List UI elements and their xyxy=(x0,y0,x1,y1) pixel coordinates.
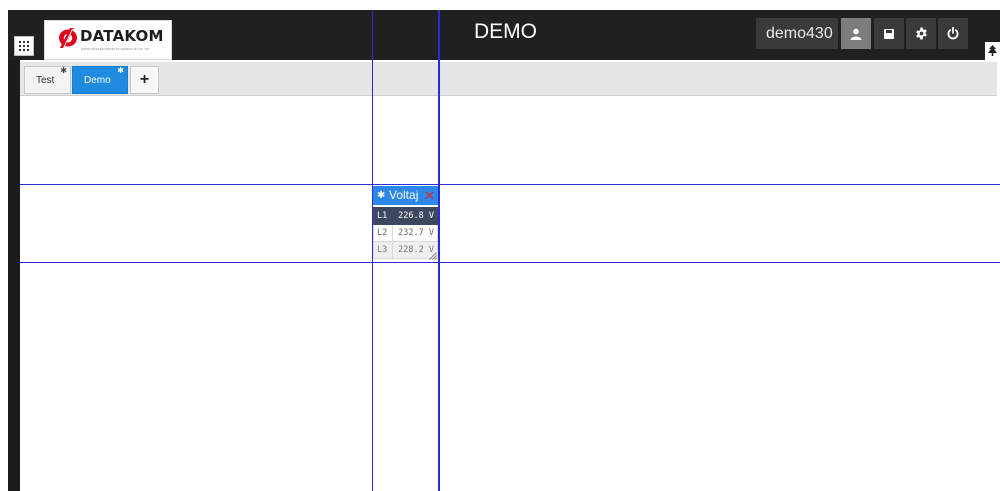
tree-icon xyxy=(988,45,997,56)
phase-value: 232.7 V xyxy=(392,224,438,242)
phase-label: L2 xyxy=(373,224,393,242)
tab-label: Demo xyxy=(84,75,111,86)
logo-text: DATAKOM xyxy=(80,27,164,45)
add-tab-button[interactable]: + xyxy=(130,66,159,94)
tab-demo[interactable]: Demo ✱ xyxy=(72,66,128,94)
dashboard-tab-bar: Test ✱ Demo ✱ + xyxy=(20,62,997,96)
grid-guide-vertical xyxy=(438,10,440,491)
save-button[interactable] xyxy=(874,18,904,49)
apps-grid-button[interactable] xyxy=(14,36,34,56)
table-row[interactable]: L2 232.7 V xyxy=(373,224,438,242)
tab-label: Test xyxy=(36,75,55,86)
resize-icon[interactable] xyxy=(429,252,437,260)
phase-value: 226.8 V xyxy=(392,207,438,225)
widget-header[interactable]: ✱ Voltaj ✕ xyxy=(373,186,438,205)
grid-guide-horizontal xyxy=(20,262,1000,263)
page-title: DEMO xyxy=(474,20,537,43)
left-sidebar-strip xyxy=(8,60,20,491)
gear-icon[interactable]: ✱ xyxy=(60,66,67,76)
profile-button[interactable] xyxy=(841,18,871,49)
logo-mark-icon xyxy=(59,28,77,48)
logout-button[interactable] xyxy=(938,18,968,49)
brand-logo[interactable]: DATAKOM DATAKOM ELEKTRONIK MUHENDISLIK L… xyxy=(44,20,172,60)
username-label: demo430 xyxy=(766,25,833,42)
table-row[interactable]: L1 226.8 V xyxy=(373,207,438,225)
voltage-widget[interactable]: ✱ Voltaj ✕ L1 226.8 V L2 232.7 V L3 228.… xyxy=(373,186,438,261)
plus-icon: + xyxy=(139,71,150,88)
tab-test[interactable]: Test ✱ xyxy=(24,66,71,94)
logo-subtext: DATAKOM ELEKTRONIK MUHENDISLIK LTD. STI. xyxy=(81,47,151,51)
phase-label: L3 xyxy=(373,241,393,259)
user-icon xyxy=(850,28,862,40)
save-icon xyxy=(884,28,894,39)
close-icon[interactable]: ✕ xyxy=(424,186,435,205)
tree-button[interactable] xyxy=(985,42,1000,60)
widget-title: Voltaj xyxy=(389,188,419,202)
table-row[interactable]: L3 228.2 V xyxy=(373,241,438,259)
settings-button[interactable] xyxy=(906,18,936,49)
gear-icon[interactable]: ✱ xyxy=(117,66,124,76)
grid-guide-horizontal xyxy=(20,184,1000,185)
phase-label: L1 xyxy=(373,207,393,225)
username-button[interactable]: demo430 xyxy=(756,18,838,49)
power-icon xyxy=(947,27,959,40)
settings-icon xyxy=(915,27,927,40)
gear-icon[interactable]: ✱ xyxy=(377,186,385,205)
apps-grid-icon xyxy=(19,41,29,51)
